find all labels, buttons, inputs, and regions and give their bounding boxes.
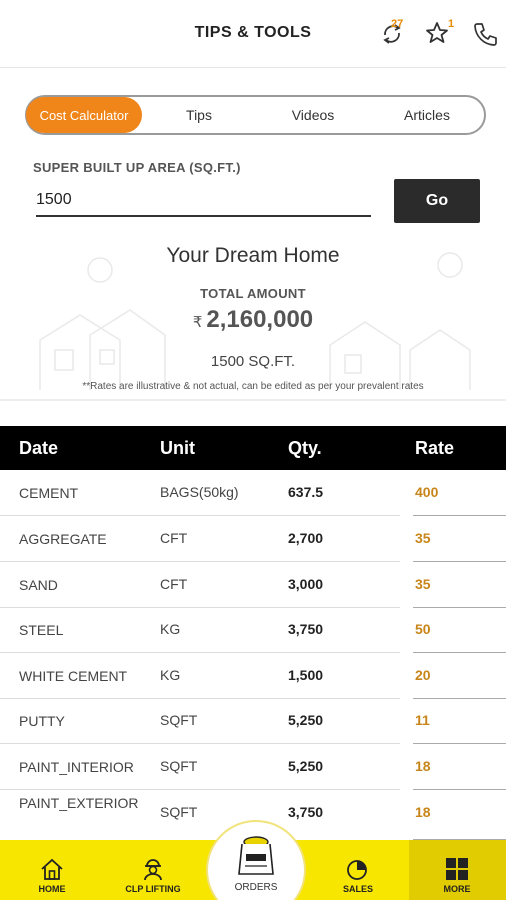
item-unit: SQFT <box>160 804 198 820</box>
nav-home-label: HOME <box>38 884 66 894</box>
tab-cost-calculator[interactable]: Cost Calculator <box>26 97 142 133</box>
rates-disclaimer: **Rates are illustrative & not actual, c… <box>82 381 424 392</box>
item-qty: 1,500 <box>288 667 324 683</box>
table-row: SAND CFT 3,000 35 <box>0 562 506 608</box>
item-name: PAINT_INTERIOR <box>19 759 134 775</box>
tab-articles[interactable]: Articles <box>370 97 484 133</box>
phone-icon[interactable] <box>472 20 500 48</box>
total-amount-value: 2,160,000 <box>206 306 314 333</box>
nav-sales[interactable]: SALES <box>326 840 390 900</box>
worker-icon <box>144 859 162 881</box>
item-unit: KG <box>160 621 181 637</box>
table-row: STEEL KG 3,750 50 <box>0 607 506 653</box>
rate-input[interactable]: 35 <box>413 562 506 608</box>
rate-input[interactable]: 20 <box>413 653 506 699</box>
go-button[interactable]: Go <box>394 179 480 223</box>
nav-more-label: MORE <box>443 884 471 894</box>
item-name: PAINT_EXTERIOR <box>19 795 139 811</box>
item-qty: 2,700 <box>288 530 324 546</box>
item-name: SAND <box>19 577 58 593</box>
item-qty: 3,000 <box>288 576 324 592</box>
summary-title: Your Dream Home <box>166 244 340 267</box>
table-row: WHITE CEMENT KG 1,500 20 <box>0 653 506 699</box>
nav-clp-lifting[interactable]: CLP LIFTING <box>108 840 198 900</box>
table-row: PAINT_INTERIOR SQFT 5,250 18 <box>0 744 506 790</box>
item-name: AGGREGATE <box>19 531 107 547</box>
col-header-rate: Rate <box>415 438 455 458</box>
nav-orders-label: ORDERS <box>234 882 278 893</box>
nav-clp-lifting-label: CLP LIFTING <box>125 884 181 894</box>
rate-input[interactable]: 50 <box>413 607 506 653</box>
table-row: AGGREGATE CFT 2,700 35 <box>0 516 506 562</box>
nav-sales-label: SALES <box>342 884 373 894</box>
rate-input[interactable]: 400 <box>413 470 506 516</box>
tab-videos[interactable]: Videos <box>256 97 370 133</box>
col-header-date: Date <box>19 438 59 458</box>
rupee-symbol: ₹ <box>192 314 203 331</box>
tab-bar: Cost Calculator Tips Videos Articles <box>25 95 486 135</box>
area-summary: 1500 SQ.FT. <box>210 353 296 370</box>
nav-more[interactable]: MORE <box>425 840 489 900</box>
item-name: STEEL <box>19 622 64 638</box>
rate-input[interactable]: 18 <box>413 790 506 840</box>
houses-illustration <box>0 252 506 401</box>
app-header: TIPS & TOOLS 27 1 <box>0 0 506 68</box>
area-input[interactable] <box>36 185 371 217</box>
item-qty: 3,750 <box>288 804 324 820</box>
nav-home[interactable]: HOME <box>20 840 84 900</box>
star-badge: 1 <box>448 18 455 30</box>
refresh-badge: 27 <box>391 18 404 30</box>
item-unit: BAGS(50kg) <box>160 484 239 500</box>
rate-input[interactable]: 18 <box>413 744 506 790</box>
col-header-unit: Unit <box>160 438 195 458</box>
rate-input[interactable]: 11 <box>413 698 506 744</box>
item-name: CEMENT <box>19 485 79 501</box>
table-row: CEMENT BAGS(50kg) 637.5 400 <box>0 470 506 516</box>
table-header: Date Unit Qty. Rate <box>0 426 506 470</box>
item-unit: SQFT <box>160 712 198 728</box>
rate-input[interactable]: 35 <box>413 516 506 562</box>
tab-tips[interactable]: Tips <box>142 97 256 133</box>
total-amount-label: TOTAL AMOUNT <box>200 286 306 301</box>
item-qty: 5,250 <box>288 712 324 728</box>
pie-chart-icon <box>347 860 367 880</box>
item-unit: SQFT <box>160 758 198 774</box>
item-unit: KG <box>160 667 181 683</box>
cement-bag-icon <box>238 836 274 875</box>
area-label: SUPER BUILT UP AREA (SQ.FT.) <box>33 160 241 175</box>
item-unit: CFT <box>160 530 188 546</box>
item-qty: 5,250 <box>288 758 324 774</box>
item-qty: 637.5 <box>288 484 324 500</box>
item-unit: CFT <box>160 576 188 592</box>
grid-icon <box>446 858 468 880</box>
total-amount: ₹2,160,000 <box>0 306 506 334</box>
table-row: PUTTY SQFT 5,250 11 <box>0 698 506 744</box>
col-header-qty: Qty. <box>288 438 322 458</box>
home-icon <box>41 858 63 880</box>
item-qty: 3,750 <box>288 621 324 637</box>
item-name: PUTTY <box>19 713 65 729</box>
item-name: WHITE CEMENT <box>19 668 128 684</box>
